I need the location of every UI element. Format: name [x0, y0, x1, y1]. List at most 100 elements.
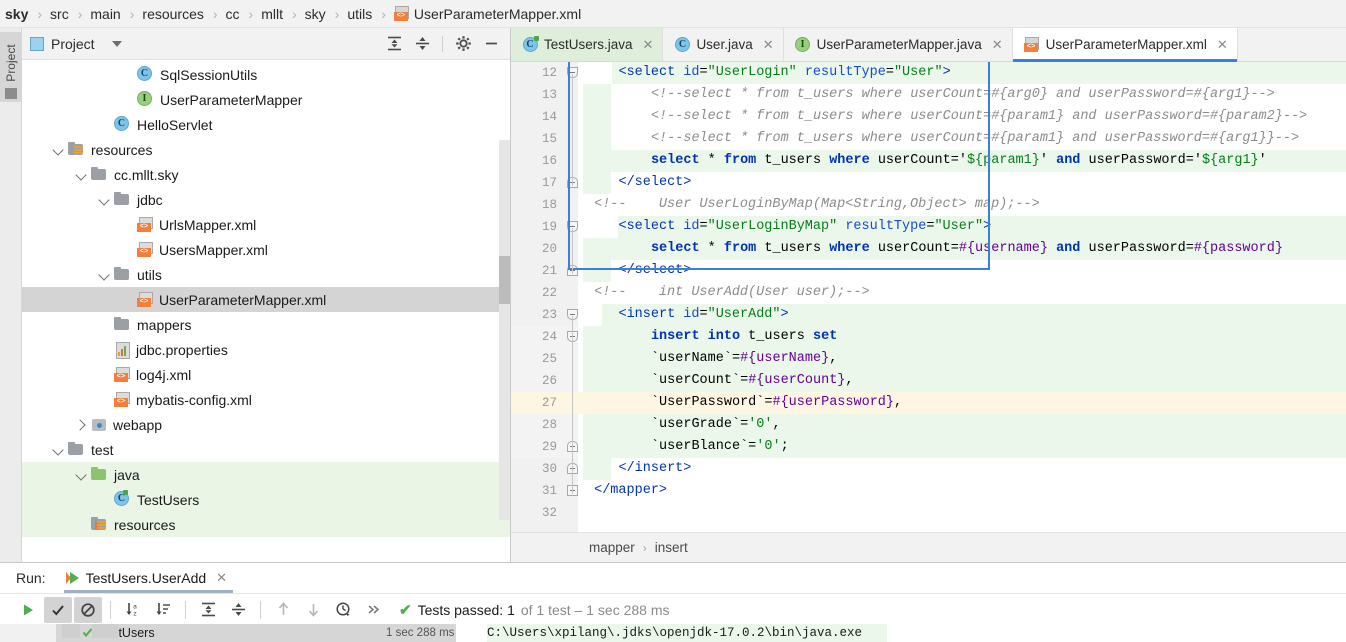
code-line[interactable]: 27 `UserPassword`=#{userPassword},	[511, 392, 1346, 414]
hide-ignored-icon[interactable]	[74, 596, 102, 623]
breadcrumb-item-file[interactable]: UserParameterMapper.xml	[393, 5, 582, 22]
tree-item-cc-mllt-sky[interactable]: cc.mllt.sky	[22, 162, 510, 187]
collapse-all-icon[interactable]	[409, 32, 435, 56]
chevron-right-icon[interactable]	[73, 417, 89, 433]
tree-item-sqlsessionutils[interactable]: C SqlSessionUtils	[22, 62, 510, 87]
code-line[interactable]: 16 select * from t_users where userCount=…	[511, 150, 1346, 172]
previous-failed-icon[interactable]	[269, 597, 297, 623]
chevron-down-icon[interactable]	[96, 267, 112, 283]
close-icon[interactable]: ✕	[992, 37, 1003, 53]
project-tree[interactable]: C SqlSessionUtils I UserParameterMapper C Hel…	[22, 60, 510, 562]
breadcrumb-item-3[interactable]: resources	[141, 6, 204, 22]
code-line[interactable]: 26 `userCount`=#{userCount},	[511, 370, 1346, 392]
code-line[interactable]: 14 <!--select * from t_users where userCo…	[511, 106, 1346, 128]
code-line[interactable]: 31 </mapper>	[511, 480, 1346, 502]
tree-item-helloservlet[interactable]: C HelloServlet	[22, 112, 510, 137]
tree-item-java[interactable]: java	[22, 462, 510, 487]
tree-item-utils[interactable]: utils	[22, 262, 510, 287]
next-failed-icon[interactable]	[299, 597, 327, 623]
code-line[interactable]: 28 `userGrade`='0',	[511, 414, 1346, 436]
project-tree-scrollbar-track[interactable]	[499, 140, 510, 520]
chevron-down-icon[interactable]	[111, 40, 122, 47]
code-line[interactable]: 15 <!--select * from t_users where userCo…	[511, 128, 1346, 150]
rerun-icon[interactable]	[14, 597, 42, 623]
breadcrumb-item-2[interactable]: main	[89, 6, 121, 22]
editor-breadcrumb-item-mapper[interactable]: mapper	[589, 540, 635, 555]
show-passed-icon[interactable]	[44, 596, 72, 623]
tree-item-resources[interactable]: resources	[22, 512, 510, 537]
code-line[interactable]: 23 <insert id="UserAdd">	[511, 304, 1346, 326]
editor-tab-userparametermapper-java[interactable]: I UserParameterMapper.java ✕	[784, 28, 1013, 61]
tree-item-urlsmapper-xml[interactable]: UrlsMapper.xml	[22, 212, 510, 237]
history-icon[interactable]	[329, 597, 357, 623]
editor-breadcrumb-item-insert[interactable]: insert	[655, 540, 688, 555]
test-resources-folder-icon	[91, 516, 108, 533]
gear-icon[interactable]	[450, 32, 476, 56]
more-icon[interactable]	[359, 597, 387, 623]
project-tree-scrollbar-thumb[interactable]	[499, 256, 510, 304]
close-icon[interactable]: ✕	[216, 570, 227, 586]
tree-item-label: mappers	[137, 316, 192, 333]
code-line[interactable]: 24 insert into t_users set	[511, 326, 1346, 348]
hide-panel-icon[interactable]	[478, 32, 504, 56]
breadcrumb-separator: ›	[292, 5, 297, 22]
breadcrumb-item-7[interactable]: utils	[346, 6, 373, 22]
tree-item-log4j-xml[interactable]: log4j.xml	[22, 362, 510, 387]
code-text: `UserPassword`=#{userPassword},	[650, 395, 903, 410]
close-icon[interactable]: ✕	[763, 37, 774, 53]
code-line[interactable]: 17 </select>	[511, 172, 1346, 194]
run-configuration-tab[interactable]: TestUsers.UserAdd ✕	[63, 563, 234, 593]
tree-item-testusers[interactable]: C TestUsers	[22, 487, 510, 512]
editor-tab-user-java[interactable]: C User.java ✕	[663, 28, 784, 61]
tree-item-mybatis-config-xml[interactable]: mybatis-config.xml	[22, 387, 510, 412]
breadcrumb-item-6[interactable]: sky	[304, 6, 327, 22]
breadcrumb-item-4[interactable]: cc	[225, 6, 241, 22]
tree-item-userparametermapper-xml[interactable]: UserParameterMapper.xml	[22, 287, 510, 312]
code-line[interactable]: 13 <!--select * from t_users where userCo…	[511, 84, 1346, 106]
tree-item-usersmapper-xml[interactable]: UsersMapper.xml	[22, 237, 510, 262]
code-line[interactable]: 12 <select id="UserLogin" resultType="Use…	[511, 62, 1346, 84]
breadcrumb-item-0[interactable]: sky	[4, 6, 29, 22]
breadcrumb-item-1[interactable]: src	[49, 6, 70, 22]
sort-alphabetically-icon[interactable]: az	[119, 597, 147, 623]
close-icon[interactable]: ✕	[1217, 37, 1228, 53]
code-line[interactable]: 25 `userName`=#{userName},	[511, 348, 1346, 370]
project-panel-title-group[interactable]: Project	[30, 36, 122, 52]
collapse-all-icon[interactable]	[224, 597, 252, 623]
tree-item-resources[interactable]: resources	[22, 137, 510, 162]
editor-tab-testusers-java[interactable]: C TestUsers.java ✕	[511, 28, 664, 61]
line-number: 27	[541, 396, 557, 410]
tree-item-test[interactable]: test	[22, 437, 510, 462]
close-icon[interactable]: ✕	[643, 37, 654, 53]
chevron-down-icon[interactable]	[50, 142, 66, 158]
code-line[interactable]: 20 select * from t_users where userCount=…	[511, 238, 1346, 260]
chevron-down-icon[interactable]	[73, 467, 89, 483]
tree-item-jdbc[interactable]: jdbc	[22, 187, 510, 212]
expand-all-icon[interactable]	[194, 597, 222, 623]
editor-tab-userparametermapper-xml[interactable]: UserParameterMapper.xml ✕	[1012, 28, 1238, 62]
line-number: 31	[541, 484, 557, 498]
code-line[interactable]: 22 <!-- int UserAdd(User user);-->	[511, 282, 1346, 304]
code-line[interactable]: 19 <select id="UserLoginByMap" resultType…	[511, 216, 1346, 238]
tree-item-userparametermapper[interactable]: I UserParameterMapper	[22, 87, 510, 112]
breadcrumb-item-5[interactable]: mllt	[260, 6, 284, 22]
chevron-down-icon[interactable]	[96, 192, 112, 208]
toolbar-divider	[185, 600, 186, 619]
tree-item-jdbc-properties[interactable]: jdbc.properties	[22, 337, 510, 362]
chevron-down-icon[interactable]	[50, 442, 66, 458]
chevron-down-icon[interactable]	[73, 167, 89, 183]
code-line[interactable]: 21 </select>	[511, 260, 1346, 282]
expand-all-icon[interactable]	[381, 32, 407, 56]
code-text: <!--select * from t_users where userCoun…	[650, 109, 1308, 124]
tree-item-webapp[interactable]: webapp	[22, 412, 510, 437]
code-line[interactable]: 32	[511, 502, 1346, 524]
tree-item-mappers[interactable]: mappers	[22, 312, 510, 337]
code-line[interactable]: 30 </insert>	[511, 458, 1346, 480]
structure-tool-window-button[interactable]	[5, 88, 17, 99]
code-line[interactable]: 29 `userBlance`='0';	[511, 436, 1346, 458]
code-lines[interactable]: 12 <select id="UserLogin" resultType="Use…	[511, 62, 1346, 524]
code-line[interactable]: 18 <!-- User UserLoginByMap(Map<String,Ob…	[511, 194, 1346, 216]
code-editor[interactable]: 12 <select id="UserLogin" resultType="Use…	[511, 62, 1346, 532]
sort-by-duration-icon[interactable]	[149, 597, 177, 623]
